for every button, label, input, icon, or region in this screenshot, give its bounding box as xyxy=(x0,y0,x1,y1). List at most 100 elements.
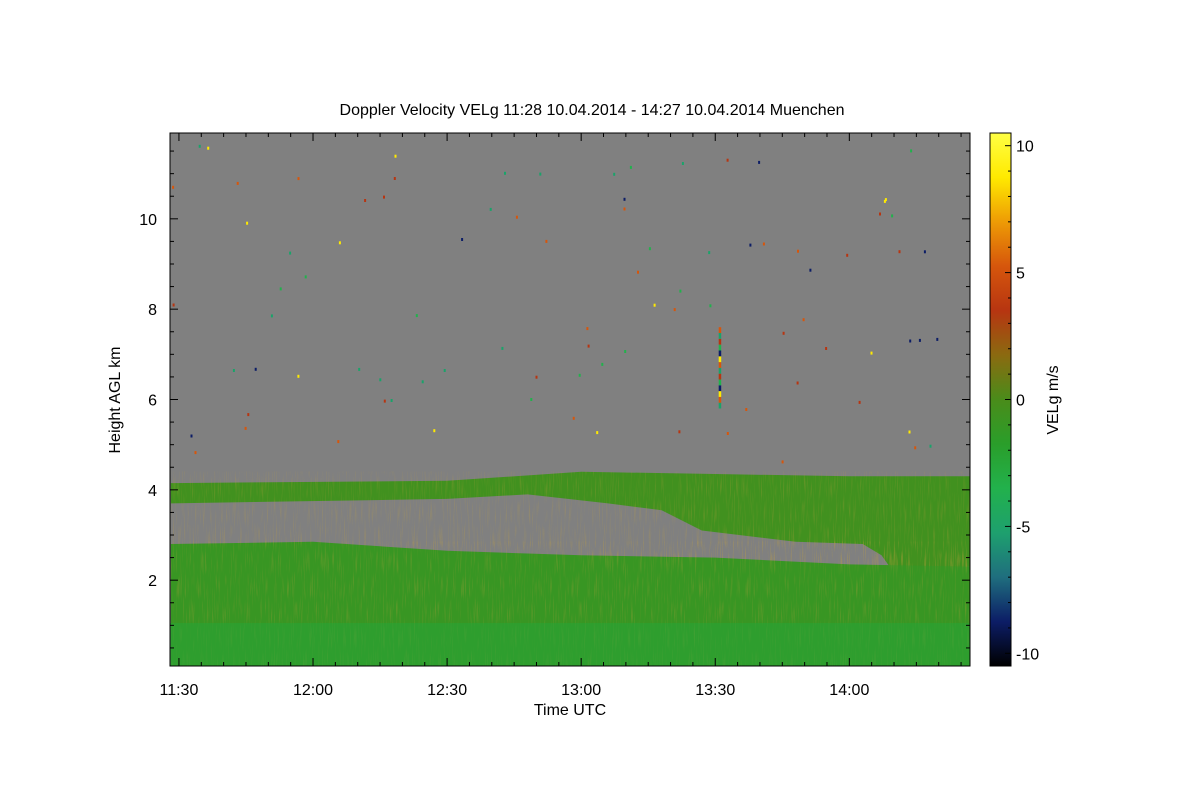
doppler-velocity-chart: Doppler Velocity VELg 11:28 10.04.2014 -… xyxy=(107,102,1062,719)
x-tick-label: 13:00 xyxy=(561,682,601,699)
speckle xyxy=(232,369,235,372)
speckle xyxy=(364,199,367,202)
speckle xyxy=(891,214,894,218)
colorbar: -10 -5 0 5 10 VELg m/s xyxy=(989,132,1062,667)
speckle xyxy=(236,181,239,185)
speckle xyxy=(394,154,397,158)
y-tick-label: 8 xyxy=(148,302,157,319)
y-tick-label: 2 xyxy=(148,573,157,590)
velocity-spike-segment xyxy=(718,391,722,397)
speckle xyxy=(297,374,300,378)
speckle xyxy=(443,369,446,372)
speckle xyxy=(909,339,912,343)
speckle xyxy=(207,146,210,150)
speckle xyxy=(587,344,590,348)
speckle xyxy=(539,172,542,176)
speckle xyxy=(809,268,812,272)
velocity-spike-segment xyxy=(718,362,722,368)
velocity-spike-segment xyxy=(718,396,722,403)
speckle xyxy=(461,238,464,241)
speckle xyxy=(415,314,418,318)
speckle xyxy=(879,212,881,216)
velocity-spike-segment xyxy=(718,344,722,351)
speckle xyxy=(782,331,785,335)
velocity-spike-segment xyxy=(718,338,722,345)
speckle xyxy=(758,160,761,164)
speckle xyxy=(858,400,861,404)
speckle xyxy=(914,446,917,450)
x-tick-label: 13:30 xyxy=(695,682,735,699)
speckle xyxy=(172,303,175,307)
speckle xyxy=(673,308,676,312)
colorbar-tick-label: 0 xyxy=(1016,393,1025,410)
colorbar-label: VELg m/s xyxy=(1045,365,1062,434)
speckle xyxy=(545,239,548,243)
velocity-spike-segment xyxy=(718,373,722,380)
colorbar-tick-label: 5 xyxy=(1016,266,1025,283)
speckle xyxy=(637,270,639,274)
speckle xyxy=(762,242,765,246)
speckle xyxy=(289,251,292,255)
speckle xyxy=(870,351,873,355)
speckle xyxy=(749,243,752,247)
speckle xyxy=(433,429,436,433)
velocity-spike-segment xyxy=(718,333,722,339)
speckle xyxy=(198,144,201,148)
speckle xyxy=(802,318,805,322)
speckle xyxy=(358,367,361,371)
y-tick-label: 10 xyxy=(139,212,157,229)
speckle xyxy=(586,327,589,331)
speckle xyxy=(781,460,784,464)
speckle xyxy=(681,162,684,165)
speckle xyxy=(726,158,729,162)
speckle xyxy=(390,399,393,402)
speckle xyxy=(709,304,712,308)
speckle xyxy=(504,171,506,175)
speckle xyxy=(908,430,911,434)
surface-band xyxy=(170,623,970,666)
speckle xyxy=(708,251,711,255)
speckle xyxy=(613,172,616,176)
speckle xyxy=(898,250,901,254)
speckle xyxy=(629,165,632,169)
speckle xyxy=(338,241,341,245)
speckle xyxy=(379,378,382,382)
speckle xyxy=(194,451,197,455)
speckle xyxy=(270,314,273,318)
speckle xyxy=(601,362,604,366)
speckle xyxy=(421,380,424,384)
velocity-spike-segment xyxy=(718,379,722,386)
velocity-spike-segment xyxy=(718,367,722,374)
speckle xyxy=(929,444,932,448)
speckle xyxy=(578,373,581,377)
x-tick-label: 14:00 xyxy=(829,682,869,699)
speckle xyxy=(489,207,492,211)
speckle xyxy=(825,347,828,350)
speckle xyxy=(530,398,533,401)
speckle xyxy=(337,440,340,444)
velocity-spike-segment xyxy=(718,402,722,409)
y-tick-label: 6 xyxy=(148,393,157,410)
speckle xyxy=(515,215,518,219)
speckle xyxy=(936,337,939,341)
plot-area xyxy=(170,133,970,666)
speckle xyxy=(383,399,386,403)
velocity-spike-segment xyxy=(718,327,722,333)
colorbar-tick-label: -10 xyxy=(1016,646,1039,663)
speckle xyxy=(883,199,886,203)
speckle xyxy=(572,416,575,420)
speckle xyxy=(653,303,656,307)
speckle xyxy=(279,287,282,291)
speckle xyxy=(501,346,504,350)
speckle xyxy=(535,375,538,379)
velocity-spike-segment xyxy=(718,350,722,357)
speckle xyxy=(244,426,247,430)
speckle xyxy=(678,430,681,434)
velocity-spike-segment xyxy=(718,356,722,363)
speckle xyxy=(910,149,913,153)
speckle xyxy=(679,289,682,293)
x-axis-label: Time UTC xyxy=(534,702,606,719)
x-tick-label: 12:30 xyxy=(427,682,467,699)
speckle xyxy=(648,247,651,251)
colorbar-tick-label: 10 xyxy=(1016,139,1034,156)
